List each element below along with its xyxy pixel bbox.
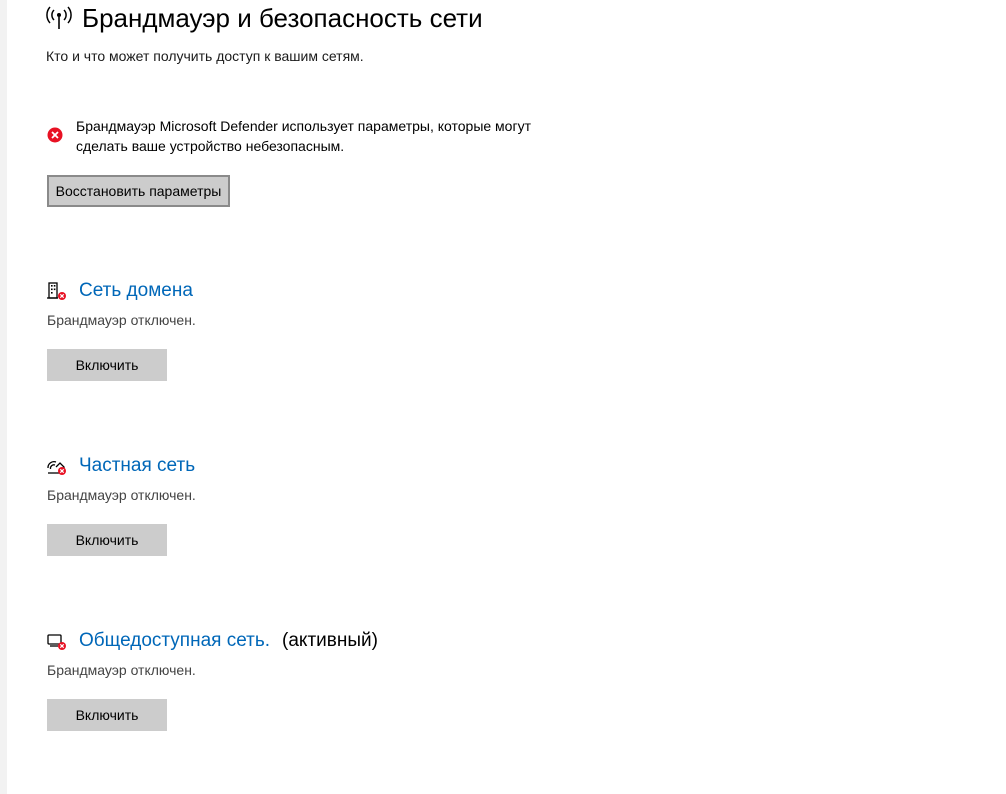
page-header: Брандмауэр и безопасность сети [46, 0, 483, 36]
network-domain-status: Брандмауэр отключен. [47, 312, 196, 328]
network-public-enable-button[interactable]: Включить [47, 699, 167, 731]
warning-text: Брандмауэр Microsoft Defender использует… [76, 118, 531, 154]
public-network-icon [47, 634, 66, 650]
left-pane-edge [0, 0, 7, 794]
page-title: Брандмауэр и безопасность сети [82, 3, 483, 33]
error-circle-icon [47, 127, 63, 143]
network-private-enable-button[interactable]: Включить [47, 524, 167, 556]
private-network-icon [47, 461, 66, 475]
network-private-status: Брандмауэр отключен. [47, 487, 196, 503]
network-domain-enable-button[interactable]: Включить [47, 349, 167, 381]
network-public-status: Брандмауэр отключен. [47, 662, 196, 678]
wifi-signal-icon [46, 6, 72, 29]
restore-settings-button[interactable]: Восстановить параметры [47, 175, 230, 207]
network-domain: Сеть домена Брандмауэр отключен. Включит… [47, 278, 647, 381]
network-public-active-label: (активный) [282, 630, 378, 651]
network-private: Частная сеть Брандмауэр отключен. Включи… [47, 453, 647, 556]
warning-banner: Брандмауэр Microsoft Defender использует… [47, 116, 546, 156]
network-public: Общедоступная сеть. (активный) Брандмауэ… [47, 628, 647, 731]
page-subtitle: Кто и что может получить доступ к вашим … [46, 48, 364, 64]
network-domain-link[interactable]: Сеть домена [79, 280, 193, 302]
domain-building-icon [47, 282, 66, 300]
network-private-link[interactable]: Частная сеть [79, 455, 195, 477]
network-public-link[interactable]: Общедоступная сеть. [79, 630, 270, 652]
